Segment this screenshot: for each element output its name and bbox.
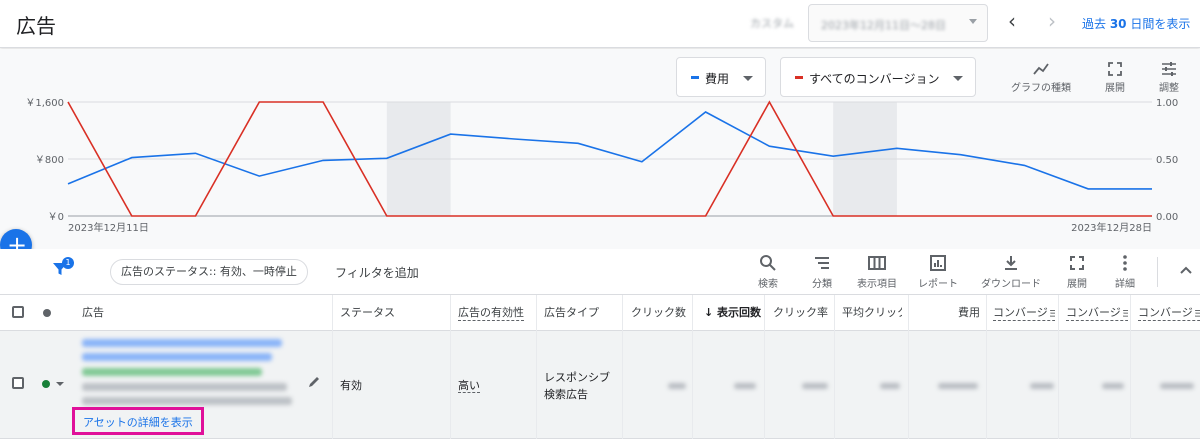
column-divider [536, 295, 537, 445]
status-column-icon [43, 309, 51, 317]
ad-headline-redacted [82, 339, 282, 347]
column-header-conversions-3[interactable]: コンバージョン [1138, 295, 1200, 331]
column-header-conversions-1[interactable]: コンバージョン [993, 295, 1055, 331]
date-range-label: カスタム [750, 17, 794, 30]
row-ad-strength[interactable]: 高い [458, 377, 480, 393]
ad-description-redacted [82, 397, 292, 405]
chevron-down-icon[interactable] [56, 382, 64, 386]
column-divider [1130, 295, 1131, 445]
ad-headline-redacted [82, 353, 272, 361]
expand-icon [1070, 256, 1084, 270]
row-ad-type: レスポンシブ検索広告 [544, 371, 610, 401]
report-icon [930, 255, 946, 271]
impressions-value-redacted [734, 383, 756, 389]
column-header-ad[interactable]: 広告 [82, 295, 322, 331]
column-header-avg-cpc[interactable]: 平均クリック単価 [842, 295, 902, 331]
report-button[interactable]: レポート [914, 253, 962, 290]
chevron-down-icon [969, 19, 977, 24]
ad-description-redacted [82, 383, 287, 391]
y-right-tick-label: 1.00 [1156, 98, 1178, 109]
date-range-value: 2023年12月11日～28日 [821, 19, 946, 32]
column-header-status[interactable]: ステータス [340, 295, 440, 331]
column-divider [764, 295, 765, 445]
asset-details-link-highlight[interactable]: アセットの詳細を表示 [72, 407, 204, 435]
columns-icon [868, 256, 886, 270]
table-expand-button[interactable]: 展開 [1060, 253, 1094, 290]
row-checkbox[interactable] [12, 377, 24, 389]
table-header: 広告 ステータス 広告の有効性 広告タイプ クリック数 ↓ 表示回数 クリック率… [0, 295, 1200, 331]
select-all-checkbox[interactable] [12, 306, 24, 318]
clicks-value-redacted [668, 383, 686, 389]
column-divider [908, 295, 909, 445]
table-toolbar: 1 広告のステータス:: 有効、一時停止 フィルタを追加 検索 分類 表示項目 … [0, 249, 1200, 295]
date-range-picker[interactable]: 2023年12月11日～28日 [808, 4, 988, 42]
y-right-tick-label: 0.00 [1156, 212, 1178, 223]
more-button[interactable]: 詳細 [1108, 253, 1142, 290]
search-button[interactable]: 検索 [750, 253, 786, 290]
column-header-clicks[interactable]: クリック数 [626, 295, 686, 331]
column-divider [834, 295, 835, 445]
bottom-edge [0, 439, 1200, 445]
next-period-button[interactable]: › [1040, 10, 1064, 34]
segment-icon [815, 257, 829, 269]
sort-arrow-down-icon: ↓ [704, 306, 718, 319]
x-end-label: 2023年12月28日 [1071, 221, 1152, 234]
more-vert-icon [1123, 255, 1127, 271]
column-header-ad-strength[interactable]: 広告の有効性 [458, 295, 536, 331]
y-right-tick-label: 0.50 [1156, 155, 1178, 166]
ad-url-redacted [82, 368, 262, 376]
page-title: 広告 [16, 14, 56, 38]
conversions-3-value-redacted [1160, 383, 1194, 389]
column-header-ad-type[interactable]: 広告タイプ [544, 295, 620, 331]
x-start-label: 2023年12月11日 [68, 221, 149, 234]
series-line-cost [67, 111, 1152, 190]
conversions-2-value-redacted [1102, 383, 1124, 389]
chevron-up-icon[interactable] [1178, 263, 1194, 279]
columns-button[interactable]: 表示項目 [852, 253, 902, 290]
column-divider [332, 295, 333, 445]
segment-button[interactable]: 分類 [804, 253, 840, 290]
ctr-value-redacted [802, 383, 828, 389]
period-link[interactable]: 過去 30 日間を表示 [1082, 15, 1190, 32]
search-icon [760, 255, 776, 271]
download-icon [1005, 256, 1017, 270]
download-button[interactable]: ダウンロード [976, 253, 1046, 290]
column-divider [986, 295, 987, 445]
filter-count-badge: 1 [62, 257, 74, 269]
status-enabled-icon[interactable] [42, 380, 50, 388]
y-left-tick-label: ￥800 [35, 155, 64, 166]
asset-details-link[interactable]: アセットの詳細を表示 [83, 414, 193, 430]
cost-value-redacted [938, 383, 978, 389]
row-status: 有効 [340, 379, 362, 392]
previous-period-button[interactable]: ‹ [1000, 10, 1024, 34]
add-filter-button[interactable]: フィルタを追加 [335, 264, 419, 281]
avg-cpc-value-redacted [880, 383, 900, 389]
chart-panel: 費用 すべてのコンバージョン グラフの種類 展開 調整 ￥1,600 1.00 ￥8… [0, 49, 1200, 249]
pencil-icon[interactable] [307, 375, 321, 389]
y-left-tick-label: ￥0 [48, 212, 64, 223]
conversions-1-value-redacted [1030, 383, 1054, 389]
column-header-ctr[interactable]: クリック率 [766, 295, 828, 331]
performance-chart: ￥1,600 1.00 ￥800 0.50 ￥0 0.00 2023年12月11日 2023年… [25, 98, 1178, 234]
status-filter-chip[interactable]: 広告のステータス:: 有効、一時停止 [110, 259, 308, 285]
toolbar-divider [1157, 257, 1158, 287]
top-bar: 広告 カスタム 2023年12月11日～28日 ‹ › 過去 30 日間を表示 [0, 0, 1200, 48]
column-header-conversions-2[interactable]: コンバージョン [1066, 295, 1128, 331]
column-divider [692, 295, 693, 445]
column-divider [1058, 295, 1059, 445]
column-divider [450, 295, 451, 445]
column-header-impressions[interactable]: ↓ 表示回数 [704, 295, 762, 331]
y-left-tick-label: ￥1,600 [25, 98, 64, 109]
column-divider [622, 295, 623, 445]
column-header-cost[interactable]: 費用 [910, 295, 980, 331]
